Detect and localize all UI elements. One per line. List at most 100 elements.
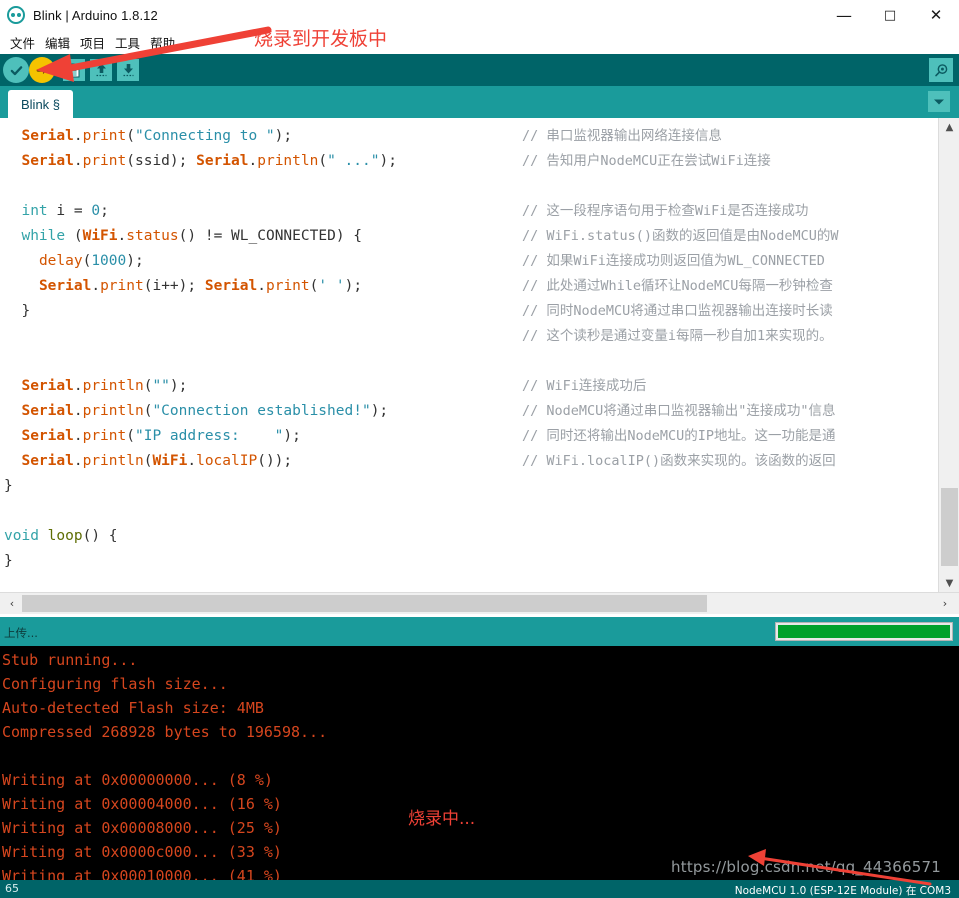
code-text: delay(1000); (38, 253, 144, 269)
toolbar (0, 54, 959, 86)
console-line: Configuring flash size... (2, 675, 228, 693)
code-text: void loop() { (4, 528, 118, 544)
menu-edit[interactable]: 编辑 (40, 31, 75, 54)
verify-button[interactable] (3, 57, 29, 83)
upload-progress-fill (778, 625, 950, 638)
code-text: Serial.println(""); (21, 378, 188, 394)
vertical-scroll-thumb[interactable] (941, 488, 958, 566)
code-line: delay(1000); // 如果WiFi连接成功则返回值为WL_CONNECT… (0, 249, 938, 274)
annotation-upload-label: 烧录到开发板中 (254, 28, 388, 50)
code-line: // 这个读秒是通过变量i每隔一秒自加1来实现的。 (0, 324, 938, 349)
tab-bar: Blink § (0, 86, 959, 118)
code-comment: // NodeMCU将通过串口监视器输出"连接成功"信息 (522, 403, 836, 419)
upload-progress-bar (775, 622, 953, 641)
menu-help[interactable]: 帮助 (145, 31, 180, 54)
code-line: Serial.println("Connection established!"… (0, 399, 938, 424)
code-text: Serial.println("Connection established!"… (21, 403, 389, 419)
console-line: Writing at 0x00004000... (16 %) (2, 795, 282, 813)
code-line: Serial.print("IP address: "); // 同时还将输出No… (0, 424, 938, 449)
chevron-down-icon (934, 99, 944, 104)
check-icon (3, 57, 29, 83)
upload-button[interactable] (29, 57, 55, 83)
arduino-ide-window: Blink | Arduino 1.8.12 — □ ✕ 文件 编辑 项目 工具… (0, 0, 959, 898)
code-line: } (0, 549, 938, 574)
down-arrow-glyph (123, 64, 133, 77)
scroll-right-icon[interactable]: › (935, 593, 955, 614)
code-line: Serial.print("Connecting to "); // 串口监视器输… (0, 124, 938, 149)
console-line: Auto-detected Flash size: 4MB (2, 699, 264, 717)
new-file-icon (63, 59, 85, 81)
code-line: void loop() { (0, 524, 938, 549)
open-sketch-button[interactable] (88, 57, 114, 83)
minimize-button[interactable]: — (821, 0, 867, 30)
code-editor[interactable]: Serial.print("Connecting to "); // 串口监视器输… (0, 118, 959, 592)
code-comment: // 此处通过While循环让NodeMCU每隔一秒钟检查 (522, 278, 833, 294)
code-text: Serial.print(ssid); Serial.println(" ...… (21, 153, 397, 169)
status-message: 上传... (4, 626, 38, 640)
watermark-url: https://blog.csdn.net/qq_44366571 (671, 858, 941, 876)
code-text: Serial.print("IP address: "); (21, 428, 301, 444)
scroll-left-icon[interactable]: ‹ (2, 593, 22, 614)
magnifier-icon (934, 63, 947, 76)
check-glyph (10, 65, 22, 75)
arduino-logo-icon (7, 6, 25, 24)
bottom-status-bar: 65 NodeMCU 1.0 (ESP-12E Module) 在 COM3 (0, 880, 959, 898)
menu-sketch[interactable]: 项目 (75, 31, 110, 54)
console-line: Compressed 268928 bytes to 196598... (2, 723, 328, 741)
title-bar: Blink | Arduino 1.8.12 — □ ✕ (0, 0, 959, 30)
code-comment: // WiFi连接成功后 (522, 378, 647, 394)
code-line: int i = 0; // 这一段程序语句用于检查WiFi是否连接成功 (0, 199, 938, 224)
code-text: Serial.print(i++); Serial.print(' '); (38, 278, 363, 294)
up-arrow-glyph (96, 63, 106, 77)
editor-horizontal-scrollbar[interactable]: ‹ › (0, 592, 959, 614)
horizontal-scroll-thumb[interactable] (22, 595, 707, 612)
serial-monitor-button[interactable] (929, 58, 953, 82)
code-text: Serial.print("Connecting to "); (21, 128, 293, 144)
console-line: Stub running... (2, 651, 138, 669)
new-file-glyph (68, 63, 80, 77)
console-output[interactable]: Stub running... Configuring flash size...… (0, 646, 959, 880)
code-line: } // 同时NodeMCU将通过串口监视器输出连接时长读 (0, 299, 938, 324)
code-line: Serial.println(""); // WiFi连接成功后 (0, 374, 938, 399)
tab-menu-button[interactable] (928, 91, 950, 112)
code-lines-container: Serial.print("Connecting to "); // 串口监视器输… (0, 118, 938, 592)
menu-tools[interactable]: 工具 (110, 31, 145, 54)
annotation-flashing-label: 烧录中... (408, 809, 476, 829)
close-button[interactable]: ✕ (913, 0, 959, 30)
right-arrow-icon (29, 57, 55, 83)
save-sketch-button[interactable] (115, 57, 141, 83)
code-comment: // 同时还将输出NodeMCU的IP地址。这一功能是通 (522, 428, 836, 444)
code-line: Serial.print(ssid); Serial.println(" ...… (0, 149, 938, 174)
menu-file[interactable]: 文件 (5, 31, 40, 54)
maximize-button[interactable]: □ (867, 0, 913, 30)
code-comment: // 告知用户NodeMCU正在尝试WiFi连接 (522, 153, 771, 169)
code-comment: // 这个读秒是通过变量i每隔一秒自加1来实现的。 (522, 328, 833, 344)
tab-blink[interactable]: Blink § (8, 90, 74, 118)
code-comment: // 串口监视器输出网络连接信息 (522, 128, 722, 144)
code-comment: // WiFi.localIP()函数来实现的。该函数的返回 (522, 453, 836, 469)
code-line: } (0, 474, 938, 499)
code-text: } (21, 303, 31, 319)
scroll-up-icon[interactable]: ▲ (939, 118, 959, 136)
window-title: Blink | Arduino 1.8.12 (33, 7, 158, 23)
line-number-indicator: 65 (5, 882, 19, 895)
status-strip: 上传... (0, 614, 959, 646)
board-port-info: NodeMCU 1.0 (ESP-12E Module) 在 COM3 (734, 885, 951, 897)
console-line: Writing at 0x00000000... (8 %) (2, 771, 273, 789)
new-sketch-button[interactable] (61, 57, 87, 83)
editor-vertical-scrollbar[interactable]: ▲ ▼ (938, 118, 959, 592)
scroll-down-icon[interactable]: ▼ (939, 574, 959, 592)
console-line: Writing at 0x00008000... (25 %) (2, 819, 282, 837)
code-line: Serial.println(WiFi.localIP()); // WiFi.l… (0, 449, 938, 474)
code-comment: // 如果WiFi连接成功则返回值为WL_CONNECTED (522, 253, 825, 269)
code-line: while (WiFi.status() != WL_CONNECTED) {/… (0, 224, 938, 249)
code-line: Serial.print(i++); Serial.print(' '); // … (0, 274, 938, 299)
right-arrow-glyph (36, 66, 47, 74)
down-arrow-icon (117, 59, 139, 81)
code-text: int i = 0; (21, 203, 109, 219)
code-comment: // WiFi.status()函数的返回值是由NodeMCU的W (522, 228, 839, 244)
window-controls: — □ ✕ (821, 0, 959, 30)
